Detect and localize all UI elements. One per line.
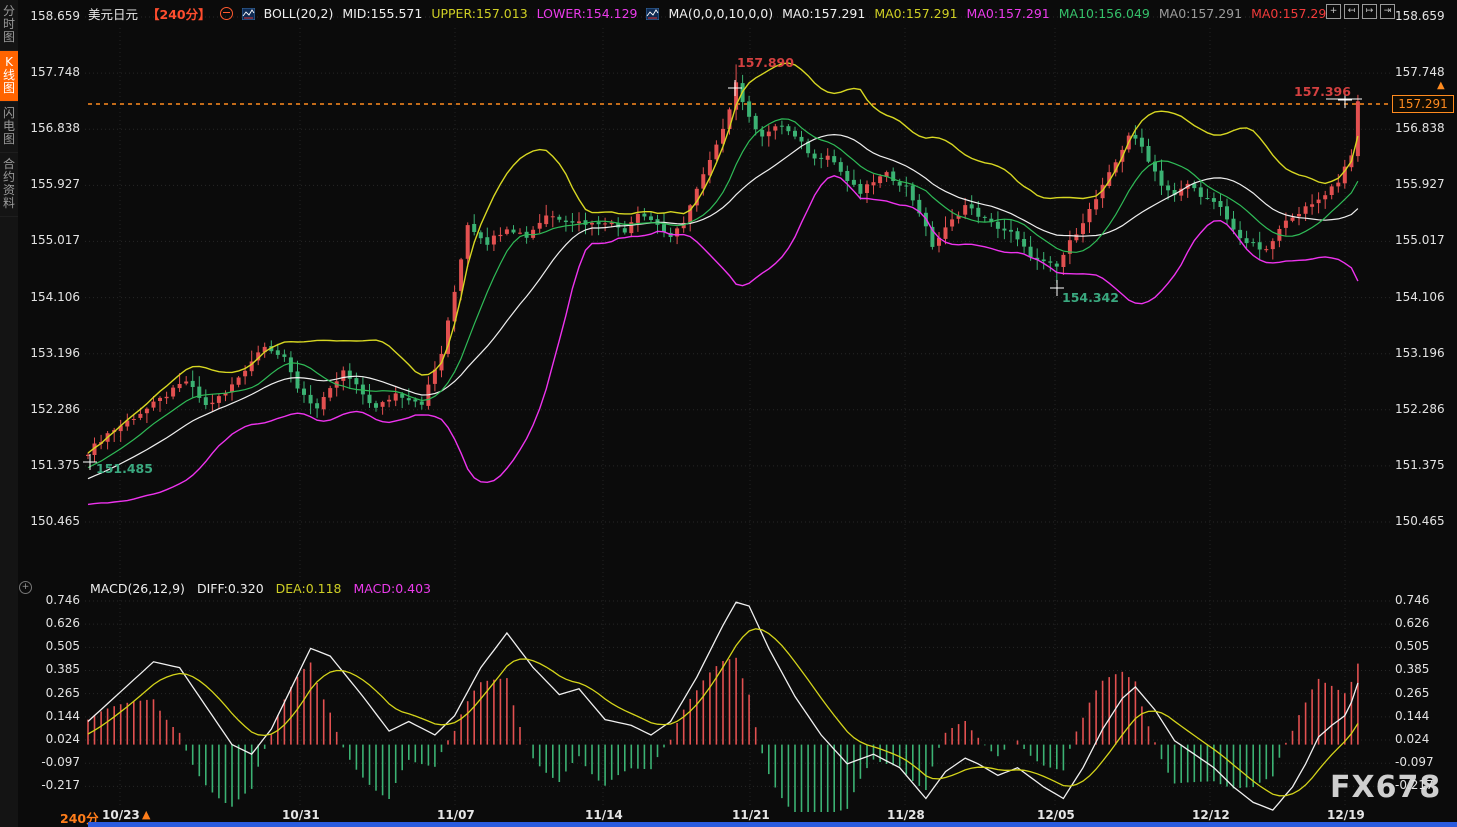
date-axis-label: 12/19 (1327, 808, 1365, 822)
boll-label: BOLL(20,2) (264, 6, 334, 21)
price-axis-right-label: 150.465 (1395, 514, 1445, 528)
macd-axis-right-label: 0.265 (1395, 686, 1429, 700)
price-axis-right-label: 153.196 (1395, 346, 1445, 360)
price-annotation: 157.396 (1294, 84, 1351, 99)
remove-indicator-icon[interactable] (220, 7, 233, 20)
macd-header: MACD(26,12,9) DIFF:0.320 DEA:0.118 MACD:… (90, 581, 431, 596)
date-axis-label: 10/23 (102, 808, 140, 822)
macd-axis-right-label: -0.097 (1395, 755, 1434, 769)
ma-chart-icon[interactable] (646, 8, 659, 20)
sidebar-tab-contract-info[interactable]: 合约资料 (0, 153, 18, 217)
price-axis-right-label: 152.286 (1395, 402, 1445, 416)
price-annotation: 151.485 (96, 461, 153, 476)
ma-value-5: MA0:157.291 (1159, 6, 1242, 21)
boll-chart-icon[interactable] (242, 8, 255, 20)
chart-canvas[interactable] (0, 0, 1457, 827)
sidebar-tab-time-chart[interactable]: 分时图 (0, 0, 18, 51)
macd-axis-right-label: 0.385 (1395, 662, 1429, 676)
scale-left-icon[interactable]: ↤ (1344, 4, 1359, 19)
date-axis-label: 11/28 (887, 808, 925, 822)
period-label[interactable]: 【240分】 (147, 4, 211, 23)
kline-chart-app: 美元日元 【240分】 BOLL(20,2) MID:155.571 UPPER… (0, 0, 1457, 827)
date-axis-label: 11/21 (732, 808, 770, 822)
price-axis-right-label: 157.748 (1395, 65, 1445, 79)
scale-right-icon[interactable]: ↦ (1362, 4, 1377, 19)
current-price-box: 157.291 (1392, 95, 1454, 113)
price-axis-right-label: 155.927 (1395, 177, 1445, 191)
symbol-title: 美元日元 (88, 4, 138, 23)
price-axis-right-label: 155.017 (1395, 233, 1445, 247)
sidebar-tab-flash-chart[interactable]: 闪电图 (0, 102, 18, 153)
price-axis-right-label: 156.838 (1395, 121, 1445, 135)
indicator-header: 美元日元 【240分】 BOLL(20,2) MID:155.571 UPPER… (88, 4, 1334, 23)
macd-axis-right-label: 0.024 (1395, 732, 1429, 746)
boll-upper-value: UPPER:157.013 (431, 6, 527, 21)
drag-tool-icon[interactable]: + (1326, 4, 1341, 19)
date-axis-label: 10/31 (282, 808, 320, 822)
boll-lower-value: LOWER:154.129 (537, 6, 638, 21)
ma-value-3: MA0:157.291 (967, 6, 1050, 21)
macd-dea-value: DEA:0.118 (276, 581, 342, 596)
boll-mid-value: MID:155.571 (342, 6, 422, 21)
macd-diff-value: DIFF:0.320 (197, 581, 264, 596)
macd-axis-right-label: -0.217 (1395, 778, 1434, 792)
macd-axis-right-label: 0.746 (1395, 593, 1429, 607)
indicator-toggle-icon[interactable]: + (19, 581, 32, 594)
price-axis-right-label: 151.375 (1395, 458, 1445, 472)
ma-value-6: MA0:157.291 (1251, 6, 1334, 21)
sidebar: 分时图 K线图 闪电图 合约资料 (0, 0, 18, 827)
macd-axis-right-label: 0.144 (1395, 709, 1429, 723)
macd-axis-right-label: 0.505 (1395, 639, 1429, 653)
ma-value-2: MA0:157.291 (874, 6, 957, 21)
macd-label: MACD(26,12,9) (90, 581, 185, 596)
chart-toolbar: + ↤ ↦ ⇥ (1326, 4, 1395, 19)
ma10-value: MA10:156.049 (1059, 6, 1150, 21)
price-annotation: 154.342 (1062, 290, 1119, 305)
macd-axis-right-label: 0.626 (1395, 616, 1429, 630)
price-annotation: 157.890 (737, 55, 794, 70)
horizontal-scrollbar[interactable] (88, 822, 1457, 827)
shift-right-icon[interactable]: ⇥ (1380, 4, 1395, 19)
macd-value: MACD:0.403 (354, 581, 431, 596)
price-up-arrow-icon: ▲ (1437, 80, 1445, 91)
date-axis-label: 12/05 (1037, 808, 1075, 822)
date-axis-label: 11/07 (437, 808, 475, 822)
ma-value-1: MA0:157.291 (782, 6, 865, 21)
period-selector-arrow-icon[interactable]: ▲ (142, 808, 150, 821)
sidebar-tab-kline-chart[interactable]: K线图 (0, 51, 18, 102)
date-axis-label: 12/12 (1192, 808, 1230, 822)
ma-label: MA(0,0,0,10,0,0) (668, 6, 773, 21)
price-axis-right-label: 154.106 (1395, 290, 1445, 304)
price-axis-right-label: 158.659 (1395, 9, 1445, 23)
date-axis-label: 11/14 (585, 808, 623, 822)
